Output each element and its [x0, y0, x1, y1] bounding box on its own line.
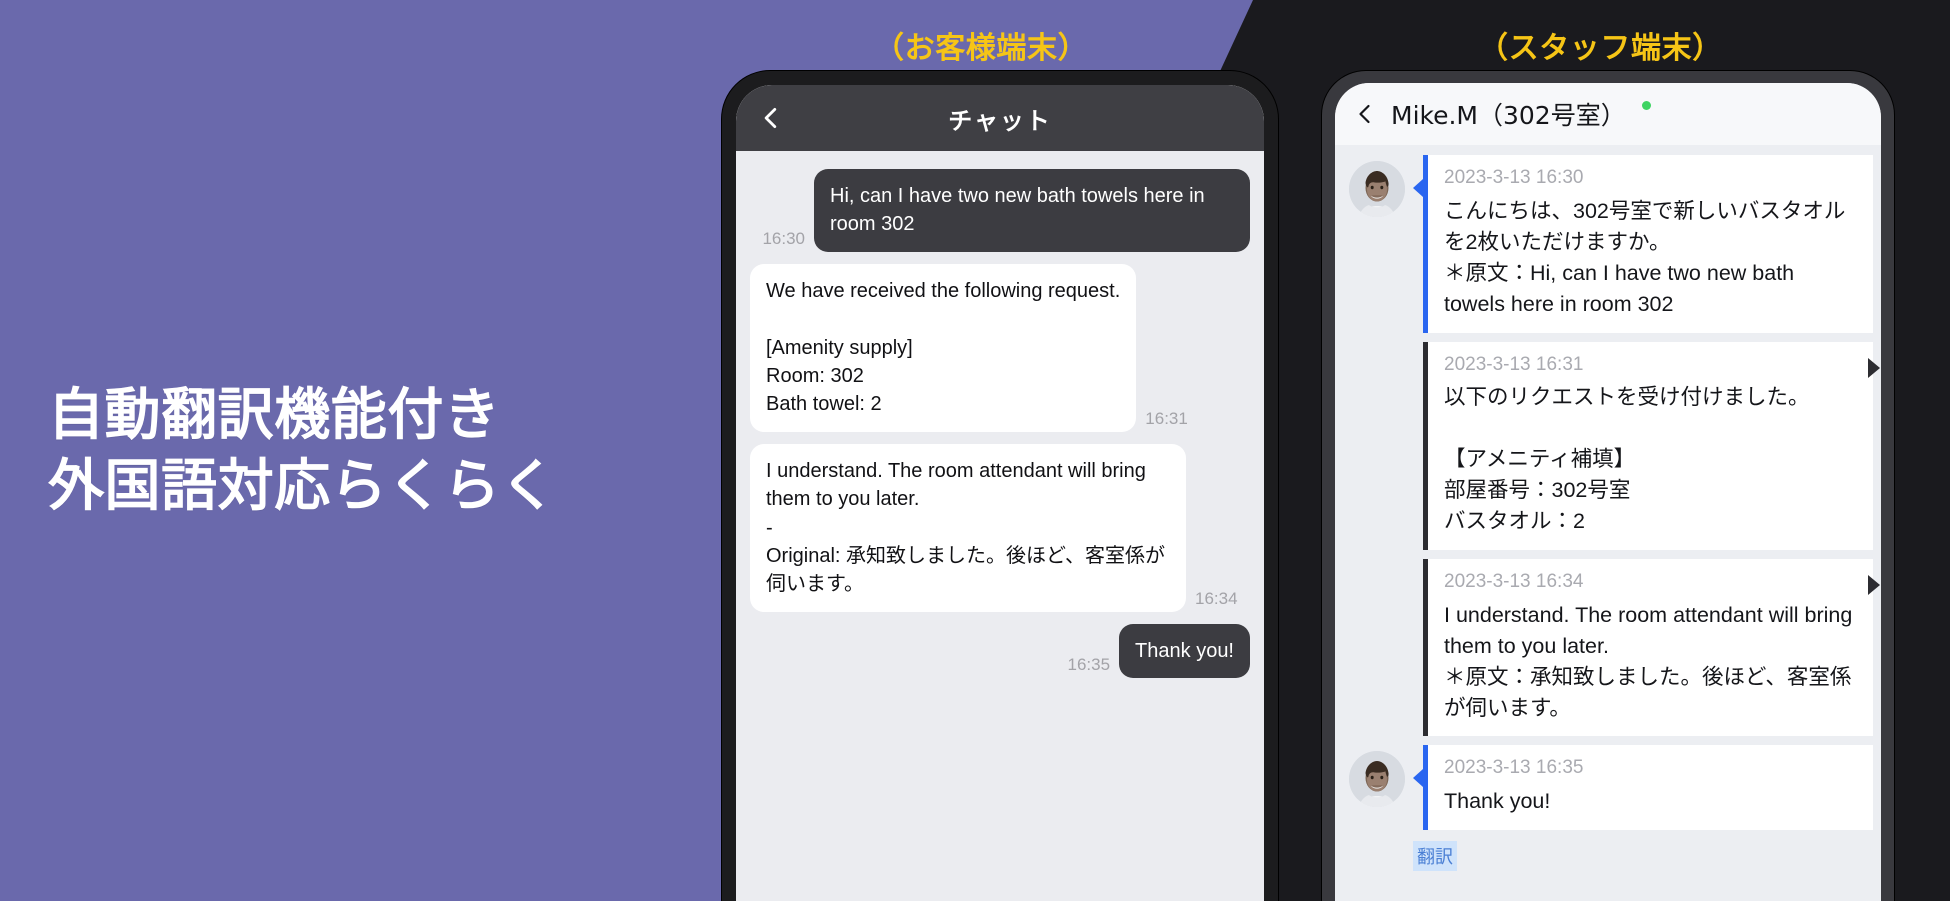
guest-message-timestamp: 16:30: [762, 228, 805, 248]
guest-message-thread: 16:30 Hi, can I have two new bath towels …: [736, 151, 1264, 679]
staff-message-row: 2023-3-13 16:35 Thank you!: [1335, 745, 1881, 831]
guest-phone-screen: チャット 16:30 Hi, can I have two new bath to…: [736, 85, 1264, 901]
message-caret-icon: [1413, 179, 1423, 197]
staff-navbar: Mike.M（302号室）: [1335, 83, 1881, 145]
staff-message-text: 以下のリクエストを受け付けました。 【アメニティ補填】 部屋番号：302号室 バ…: [1444, 385, 1810, 533]
avatar[interactable]: [1349, 751, 1405, 808]
caption-guest-device: （お客様端末）: [874, 31, 1089, 66]
staff-message-thread: 2023-3-13 16:30 こんにちは、302号室で新しいバスタオルを2枚いた…: [1335, 145, 1881, 872]
online-status-dot: [1641, 101, 1651, 110]
staff-navbar-title: Mike.M（302号室）: [1391, 101, 1626, 130]
unread-marker-icon: [1868, 357, 1880, 378]
staff-message-group: 2023-3-13 16:34 I understand. The room at…: [1335, 558, 1881, 737]
chevron-left-icon[interactable]: [1353, 102, 1377, 126]
staff-message-group: 2023-3-13 16:35 Thank you! 翻訳: [1335, 745, 1881, 872]
staff-message-text: I understand. The room attendant will br…: [1444, 602, 1853, 720]
promo-stage: （お客様端末） （スタッフ端末） 自動翻訳機能付き 外国語対応らくらく チャット…: [0, 0, 1950, 901]
staff-message-text: こんにちは、302号室で新しいバスタオルを2枚いただけますか。 ＊原文：Hi, …: [1444, 198, 1846, 316]
guest-navbar: チャット: [736, 85, 1264, 151]
guest-message-timestamp: 16:31: [1145, 408, 1188, 428]
staff-message-timestamp: 2023-3-13 16:31: [1444, 353, 1584, 375]
staff-message-row: 2023-3-13 16:30 こんにちは、302号室で新しいバスタオルを2枚いた…: [1335, 155, 1881, 333]
guest-message-row: 16:30 Hi, can I have two new bath towels …: [750, 169, 1250, 252]
staff-message-card[interactable]: 2023-3-13 16:31 以下のリクエストを受け付けました。 【アメニティ補…: [1423, 341, 1880, 550]
staff-message-card[interactable]: 2023-3-13 16:30 こんにちは、302号室で新しいバスタオルを2枚いた…: [1423, 155, 1873, 333]
guest-avatar-image: [1349, 751, 1405, 808]
guest-message-row: I understand. The room attendant will br…: [750, 443, 1250, 612]
guest-message-bubble[interactable]: Hi, can I have two new bath towels here …: [814, 169, 1250, 252]
staff-message-timestamp: 2023-3-13 16:30: [1444, 167, 1584, 188]
staff-message-row: 2023-3-13 16:31 以下のリクエストを受け付けました。 【アメニティ補…: [1335, 341, 1881, 550]
chevron-left-icon[interactable]: [758, 105, 784, 131]
translate-badge[interactable]: 翻訳: [1413, 841, 1457, 872]
staff-message-text: Thank you!: [1444, 789, 1551, 814]
guest-phone-mockup: チャット 16:30 Hi, can I have two new bath to…: [722, 71, 1278, 901]
staff-message-group: 2023-3-13 16:30 こんにちは、302号室で新しいバスタオルを2枚いた…: [1335, 155, 1881, 333]
guest-message-bubble[interactable]: We have received the following request. …: [750, 263, 1137, 432]
staff-message-card[interactable]: 2023-3-13 16:34 I understand. The room at…: [1423, 558, 1880, 737]
avatar-spacer: [1349, 565, 1405, 621]
staff-message-timestamp: 2023-3-13 16:35: [1444, 757, 1584, 779]
guest-message-row: 16:35 Thank you!: [750, 623, 1250, 679]
guest-message-bubble[interactable]: I understand. The room attendant will br…: [750, 443, 1186, 612]
avatar[interactable]: [1349, 161, 1405, 217]
staff-message-card[interactable]: 2023-3-13 16:35 Thank you!: [1423, 745, 1873, 831]
headline-line-2: 外国語対応らくらく: [48, 453, 558, 519]
guest-message-row: We have received the following request. …: [750, 263, 1250, 432]
headline: 自動翻訳機能付き 外国語対応らくらく: [48, 381, 557, 522]
caption-staff-device: （スタッフ端末）: [1478, 31, 1723, 66]
guest-message-timestamp: 16:34: [1195, 588, 1238, 608]
staff-phone-mockup: Mike.M（302号室） 2023-3-13 16:30 こんにちは、302号室…: [1322, 71, 1894, 901]
headline-line-1: 自動翻訳機能付き: [48, 383, 501, 448]
staff-message-group: 2023-3-13 16:31 以下のリクエストを受け付けました。 【アメニティ補…: [1335, 341, 1881, 550]
guest-navbar-title: チャット: [948, 106, 1052, 135]
avatar-spacer: [1349, 348, 1405, 404]
staff-message-timestamp: 2023-3-13 16:34: [1444, 570, 1584, 592]
staff-phone-screen: Mike.M（302号室） 2023-3-13 16:30 こんにちは、302号室…: [1335, 83, 1881, 901]
unread-marker-icon: [1868, 574, 1880, 595]
guest-message-bubble[interactable]: Thank you!: [1119, 623, 1250, 679]
guest-message-timestamp: 16:35: [1067, 655, 1111, 675]
message-caret-icon: [1413, 769, 1423, 788]
staff-message-row: 2023-3-13 16:34 I understand. The room at…: [1335, 558, 1881, 737]
guest-avatar-image: [1349, 161, 1405, 217]
